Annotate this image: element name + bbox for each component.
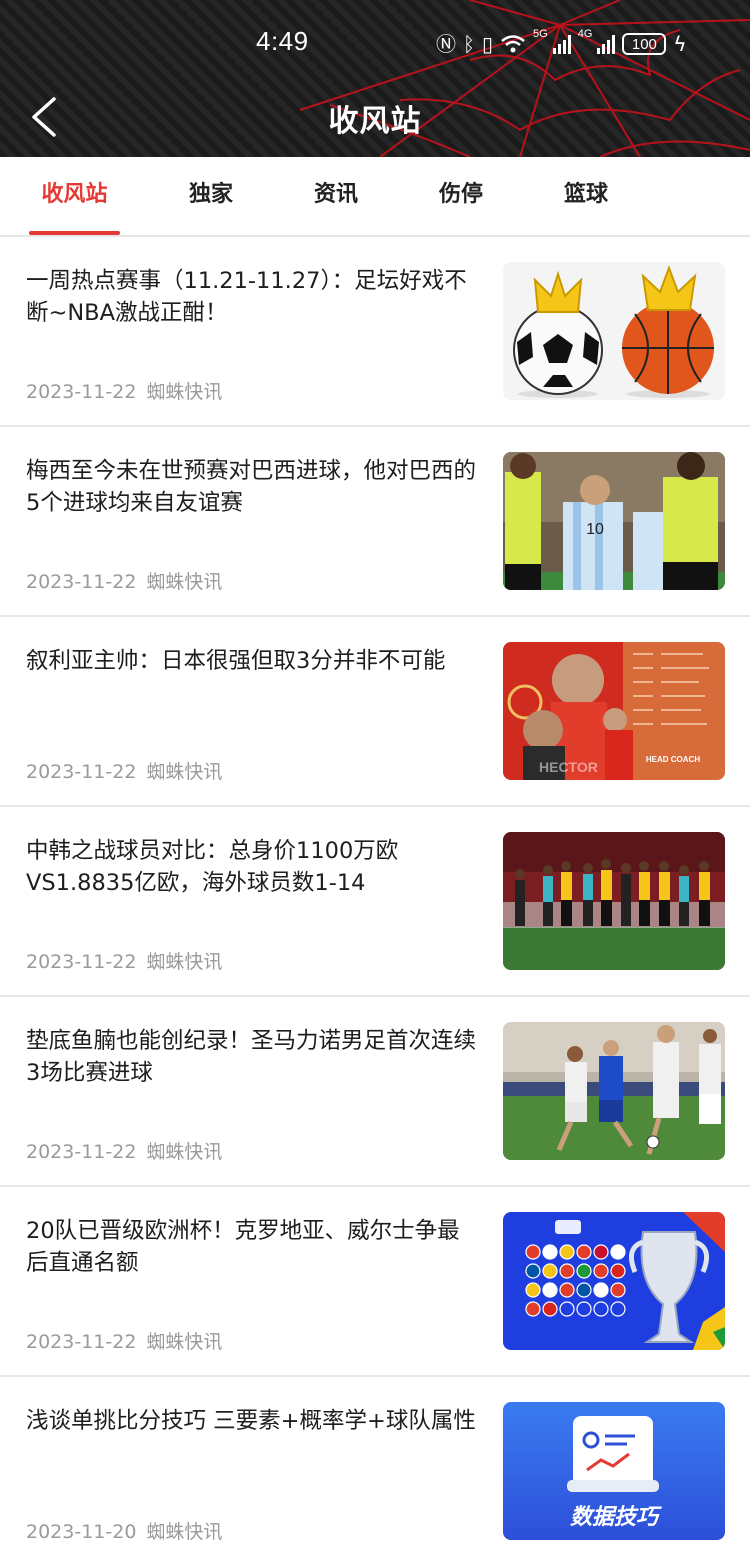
- network-4g-label: 4G: [577, 28, 593, 40]
- team-training-image: [503, 832, 725, 970]
- charging-icon: ϟ: [673, 32, 687, 56]
- article-thumbnail: 10: [503, 452, 725, 590]
- article-date: 2023-11-22: [26, 1141, 137, 1163]
- tab-label: 资讯: [313, 182, 358, 207]
- tab-basketball[interactable]: 篮球: [540, 157, 632, 235]
- nfc-icon: Ⓝ: [436, 32, 456, 56]
- signal-5g-icon: [552, 34, 571, 54]
- thumbnail-caption: 数据技巧: [570, 1505, 662, 1530]
- article-item[interactable]: 20队已晋级欧洲杯！克罗地亚、威尔士争最后直通名额 2023-11-22 蜘蛛快讯: [0, 1187, 750, 1377]
- article-title: 梅西至今未在世预赛对巴西进球，他对巴西的5个进球均来自友谊赛: [26, 458, 477, 516]
- article-title: 垫底鱼腩也能创纪录！圣马力诺男足首次连续3场比赛进球: [26, 1028, 477, 1086]
- article-item[interactable]: 叙利亚主帅：日本很强但取3分并非不可能 2023-11-22 蜘蛛快讯 HEAD…: [0, 617, 750, 807]
- messi-referee-image: 10: [503, 452, 725, 590]
- svg-text:HECTOR: HECTOR: [539, 759, 598, 775]
- article-source: 蜘蛛快讯: [146, 381, 223, 403]
- article-date: 2023-11-22: [26, 951, 137, 973]
- status-icons: Ⓝ ᛒ ▯ 5G 4G 100 ϟ: [436, 28, 687, 60]
- tab-label: 篮球: [563, 182, 608, 207]
- article-source: 蜘蛛快讯: [146, 761, 223, 783]
- tab-injuries[interactable]: 伤停: [415, 157, 507, 235]
- article-item[interactable]: 梅西至今未在世预赛对巴西进球，他对巴西的5个进球均来自友谊赛 2023-11-2…: [0, 427, 750, 617]
- article-source: 蜘蛛快讯: [146, 1141, 223, 1163]
- article-source: 蜘蛛快讯: [146, 571, 223, 593]
- article-thumbnail: [503, 1212, 725, 1350]
- tab-news[interactable]: 资讯: [290, 157, 382, 235]
- article-date: 2023-11-22: [26, 571, 137, 593]
- match-action-image: [503, 1022, 725, 1160]
- article-meta: 2023-11-22 蜘蛛快讯: [26, 1327, 222, 1354]
- euro-trophy-image: [503, 1212, 725, 1350]
- article-meta: 2023-11-22 蜘蛛快讯: [26, 757, 222, 784]
- coach-poster-image: HEAD COACH HECTOR: [503, 642, 725, 780]
- article-title: 20队已晋级欧洲杯！克罗地亚、威尔士争最后直通名额: [26, 1218, 460, 1276]
- network-5g-label: 5G: [533, 28, 548, 40]
- article-date: 2023-11-22: [26, 381, 137, 403]
- article-date: 2023-11-20: [26, 1521, 137, 1543]
- active-tab-indicator: [29, 231, 120, 235]
- tab-label: 收风站: [41, 182, 108, 207]
- article-item[interactable]: 中韩之战球员对比：总身价1100万欧VS1.8835亿欧，海外球员数1-14 2…: [0, 807, 750, 997]
- svg-text:HEAD COACH: HEAD COACH: [646, 755, 700, 764]
- bluetooth-icon: ᛒ: [463, 32, 475, 56]
- article-title: 中韩之战球员对比：总身价1100万欧VS1.8835亿欧，海外球员数1-14: [26, 838, 399, 896]
- article-title: 一周热点赛事（11.21-11.27）：足坛好戏不断~NBA激战正酣！: [26, 268, 467, 326]
- article-meta: 2023-11-22 蜘蛛快讯: [26, 1137, 222, 1164]
- status-time: 4:49: [256, 26, 309, 56]
- crowned-balls-image: [503, 262, 725, 400]
- data-tips-image: 数据技巧: [503, 1402, 725, 1540]
- article-date: 2023-11-22: [26, 761, 137, 783]
- article-source: 蜘蛛快讯: [146, 951, 223, 973]
- article-meta: 2023-11-22 蜘蛛快讯: [26, 947, 222, 974]
- tab-label: 独家: [188, 182, 233, 207]
- article-source: 蜘蛛快讯: [146, 1521, 223, 1543]
- article-thumbnail: [503, 832, 725, 970]
- svg-text:10: 10: [586, 521, 604, 538]
- article-item[interactable]: 浅谈单挑比分技巧 三要素+概率学+球队属性 2023-11-20 蜘蛛快讯 数据…: [0, 1377, 750, 1547]
- page-title: 收风站: [328, 104, 422, 139]
- article-meta: 2023-11-22 蜘蛛快讯: [26, 567, 222, 594]
- article-meta: 2023-11-20 蜘蛛快讯: [26, 1517, 222, 1544]
- category-tabs: 收风站 独家 资讯 伤停 篮球: [0, 157, 750, 237]
- article-title: 浅谈单挑比分技巧 三要素+概率学+球队属性: [26, 1408, 476, 1434]
- article-thumbnail: [503, 262, 725, 400]
- article-item[interactable]: 垫底鱼腩也能创纪录！圣马力诺男足首次连续3场比赛进球 2023-11-22 蜘蛛快…: [0, 997, 750, 1187]
- tab-exclusive[interactable]: 独家: [165, 157, 257, 235]
- article-thumbnail: 数据技巧: [503, 1402, 725, 1540]
- vibrate-icon: ▯: [482, 32, 494, 56]
- tab-shoufengzhan[interactable]: 收风站: [29, 157, 120, 235]
- article-source: 蜘蛛快讯: [146, 1331, 223, 1353]
- app-header: 4:49 Ⓝ ᛒ ▯ 5G 4G 100 ϟ 收风站: [0, 0, 750, 157]
- article-thumbnail: [503, 1022, 725, 1160]
- signal-4g-icon: [597, 34, 616, 54]
- battery-icon: 100: [622, 33, 667, 55]
- article-thumbnail: HEAD COACH HECTOR: [503, 642, 725, 780]
- article-title: 叙利亚主帅：日本很强但取3分并非不可能: [26, 648, 446, 674]
- article-item[interactable]: 一周热点赛事（11.21-11.27）：足坛好戏不断~NBA激战正酣！ 2023…: [0, 237, 750, 427]
- wifi-icon: [501, 35, 525, 53]
- article-date: 2023-11-22: [26, 1331, 137, 1353]
- article-meta: 2023-11-22 蜘蛛快讯: [26, 377, 222, 404]
- tab-label: 伤停: [438, 182, 483, 207]
